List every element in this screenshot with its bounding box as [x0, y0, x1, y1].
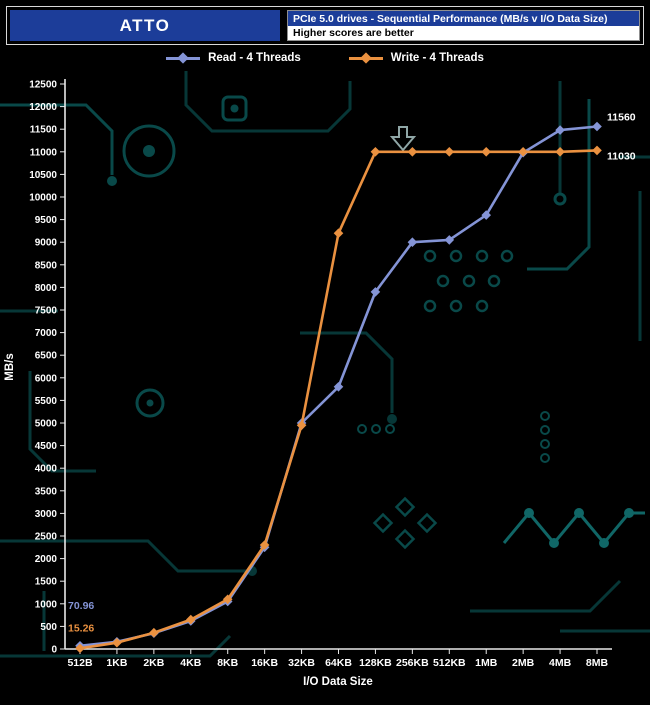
data-value-label: 70.96: [68, 600, 94, 612]
y-tick-label: 6500: [35, 351, 58, 362]
y-tick-label: 2500: [35, 532, 58, 543]
data-value-label: 11560: [607, 112, 636, 124]
y-tick-label: 9000: [35, 238, 58, 249]
chart-subtitle: Higher scores are better: [288, 26, 639, 40]
x-tick-label: 1KB: [106, 657, 127, 669]
y-tick-label: 10000: [29, 193, 57, 204]
y-tick-label: 3000: [35, 509, 58, 520]
atto-logo: ATTO: [10, 10, 280, 41]
performance-chart: 0 500 1000 1500 2000 2500 3000 3500 4000 4500 5000…: [0, 71, 650, 688]
y-tick-label: 5000: [35, 419, 58, 430]
x-tick-label: 8KB: [217, 657, 238, 669]
y-tick-label: 11000: [30, 147, 58, 158]
y-tick-label: 7500: [35, 306, 58, 317]
x-tick-label: 512KB: [433, 657, 466, 669]
y-tick-label: 7000: [35, 328, 58, 339]
circuit-board-decoration: [0, 71, 650, 658]
data-point-marker: [370, 146, 381, 157]
data-value-label: 15.26: [68, 622, 94, 634]
y-tick-label: 12500: [29, 80, 57, 91]
data-point-marker: [333, 228, 344, 239]
y-tick-label: 500: [40, 622, 57, 633]
x-tick-label: 4MB: [549, 657, 572, 669]
read-line-marker-icon: [166, 56, 201, 60]
y-tick-label: 11500: [30, 125, 58, 136]
y-tick-label: 5500: [35, 396, 58, 407]
data-point-marker: [112, 637, 122, 648]
y-tick-label: 0: [51, 645, 57, 656]
x-tick-label: 2MB: [512, 657, 535, 669]
data-point-marker: [481, 146, 492, 157]
data-point-marker: [518, 146, 528, 157]
y-tick-label: 3500: [35, 486, 58, 497]
x-tick-label: 8MB: [586, 657, 609, 669]
y-tick-label: 9500: [35, 215, 58, 226]
x-tick-label: 2KB: [143, 657, 164, 669]
x-tick-label: 64KB: [325, 657, 352, 669]
y-tick-label: 8000: [35, 283, 58, 294]
y-tick-label: 1000: [35, 599, 58, 610]
data-point-marker: [444, 146, 455, 157]
header: ATTO PCIe 5.0 drives - Sequential Perfor…: [6, 6, 644, 45]
data-point-marker: [149, 627, 159, 638]
x-tick-label: 16KB: [251, 657, 278, 669]
atto-benchmark-page: ATTO PCIe 5.0 drives - Sequential Perfor…: [0, 0, 650, 705]
data-value-label: 11030: [607, 150, 636, 162]
legend-item-write: Write - 4 Threads: [348, 52, 484, 64]
x-axis-title: I/O Data Size: [303, 676, 373, 688]
write-line-marker-icon: [348, 56, 383, 60]
x-tick-label: 4KB: [180, 657, 201, 669]
y-tick-label: 6000: [35, 373, 58, 384]
x-tick-label: 256KB: [396, 657, 429, 669]
y-tick-label: 1500: [35, 577, 58, 588]
y-tick-label: 2000: [35, 554, 58, 565]
chart-title: PCIe 5.0 drives - Sequential Performance…: [288, 11, 639, 27]
legend-label-read: Read - 4 Threads: [208, 52, 301, 64]
down-arrow-icon: [389, 126, 417, 152]
write-series-line: [78, 149, 599, 650]
data-point-marker: [592, 121, 602, 132]
y-axis-title: MB/s: [4, 353, 16, 380]
data-point-marker: [407, 146, 418, 157]
x-tick-label: 512B: [67, 657, 93, 669]
data-point-marker: [555, 146, 565, 157]
y-tick-label: 4500: [35, 441, 58, 452]
plot-area: 0 500 1000 1500 2000 2500 3000 3500 4000 4500 5000…: [29, 79, 636, 669]
x-tick-label: 128KB: [359, 657, 392, 669]
y-tick-label: 8500: [35, 260, 58, 271]
x-tick-label: 32KB: [288, 657, 315, 669]
title-box: PCIe 5.0 drives - Sequential Performance…: [287, 10, 640, 41]
x-tick-label: 1MB: [475, 657, 498, 669]
chart-legend: Read - 4 Threads Write - 4 Threads: [0, 45, 650, 71]
y-tick-label: 4000: [35, 464, 58, 475]
legend-label-write: Write - 4 Threads: [390, 52, 484, 64]
y-tick-label: 12000: [29, 102, 57, 113]
y-tick-label: 10500: [29, 170, 57, 181]
legend-item-read: Read - 4 Threads: [166, 52, 301, 64]
data-point-marker: [592, 145, 602, 156]
